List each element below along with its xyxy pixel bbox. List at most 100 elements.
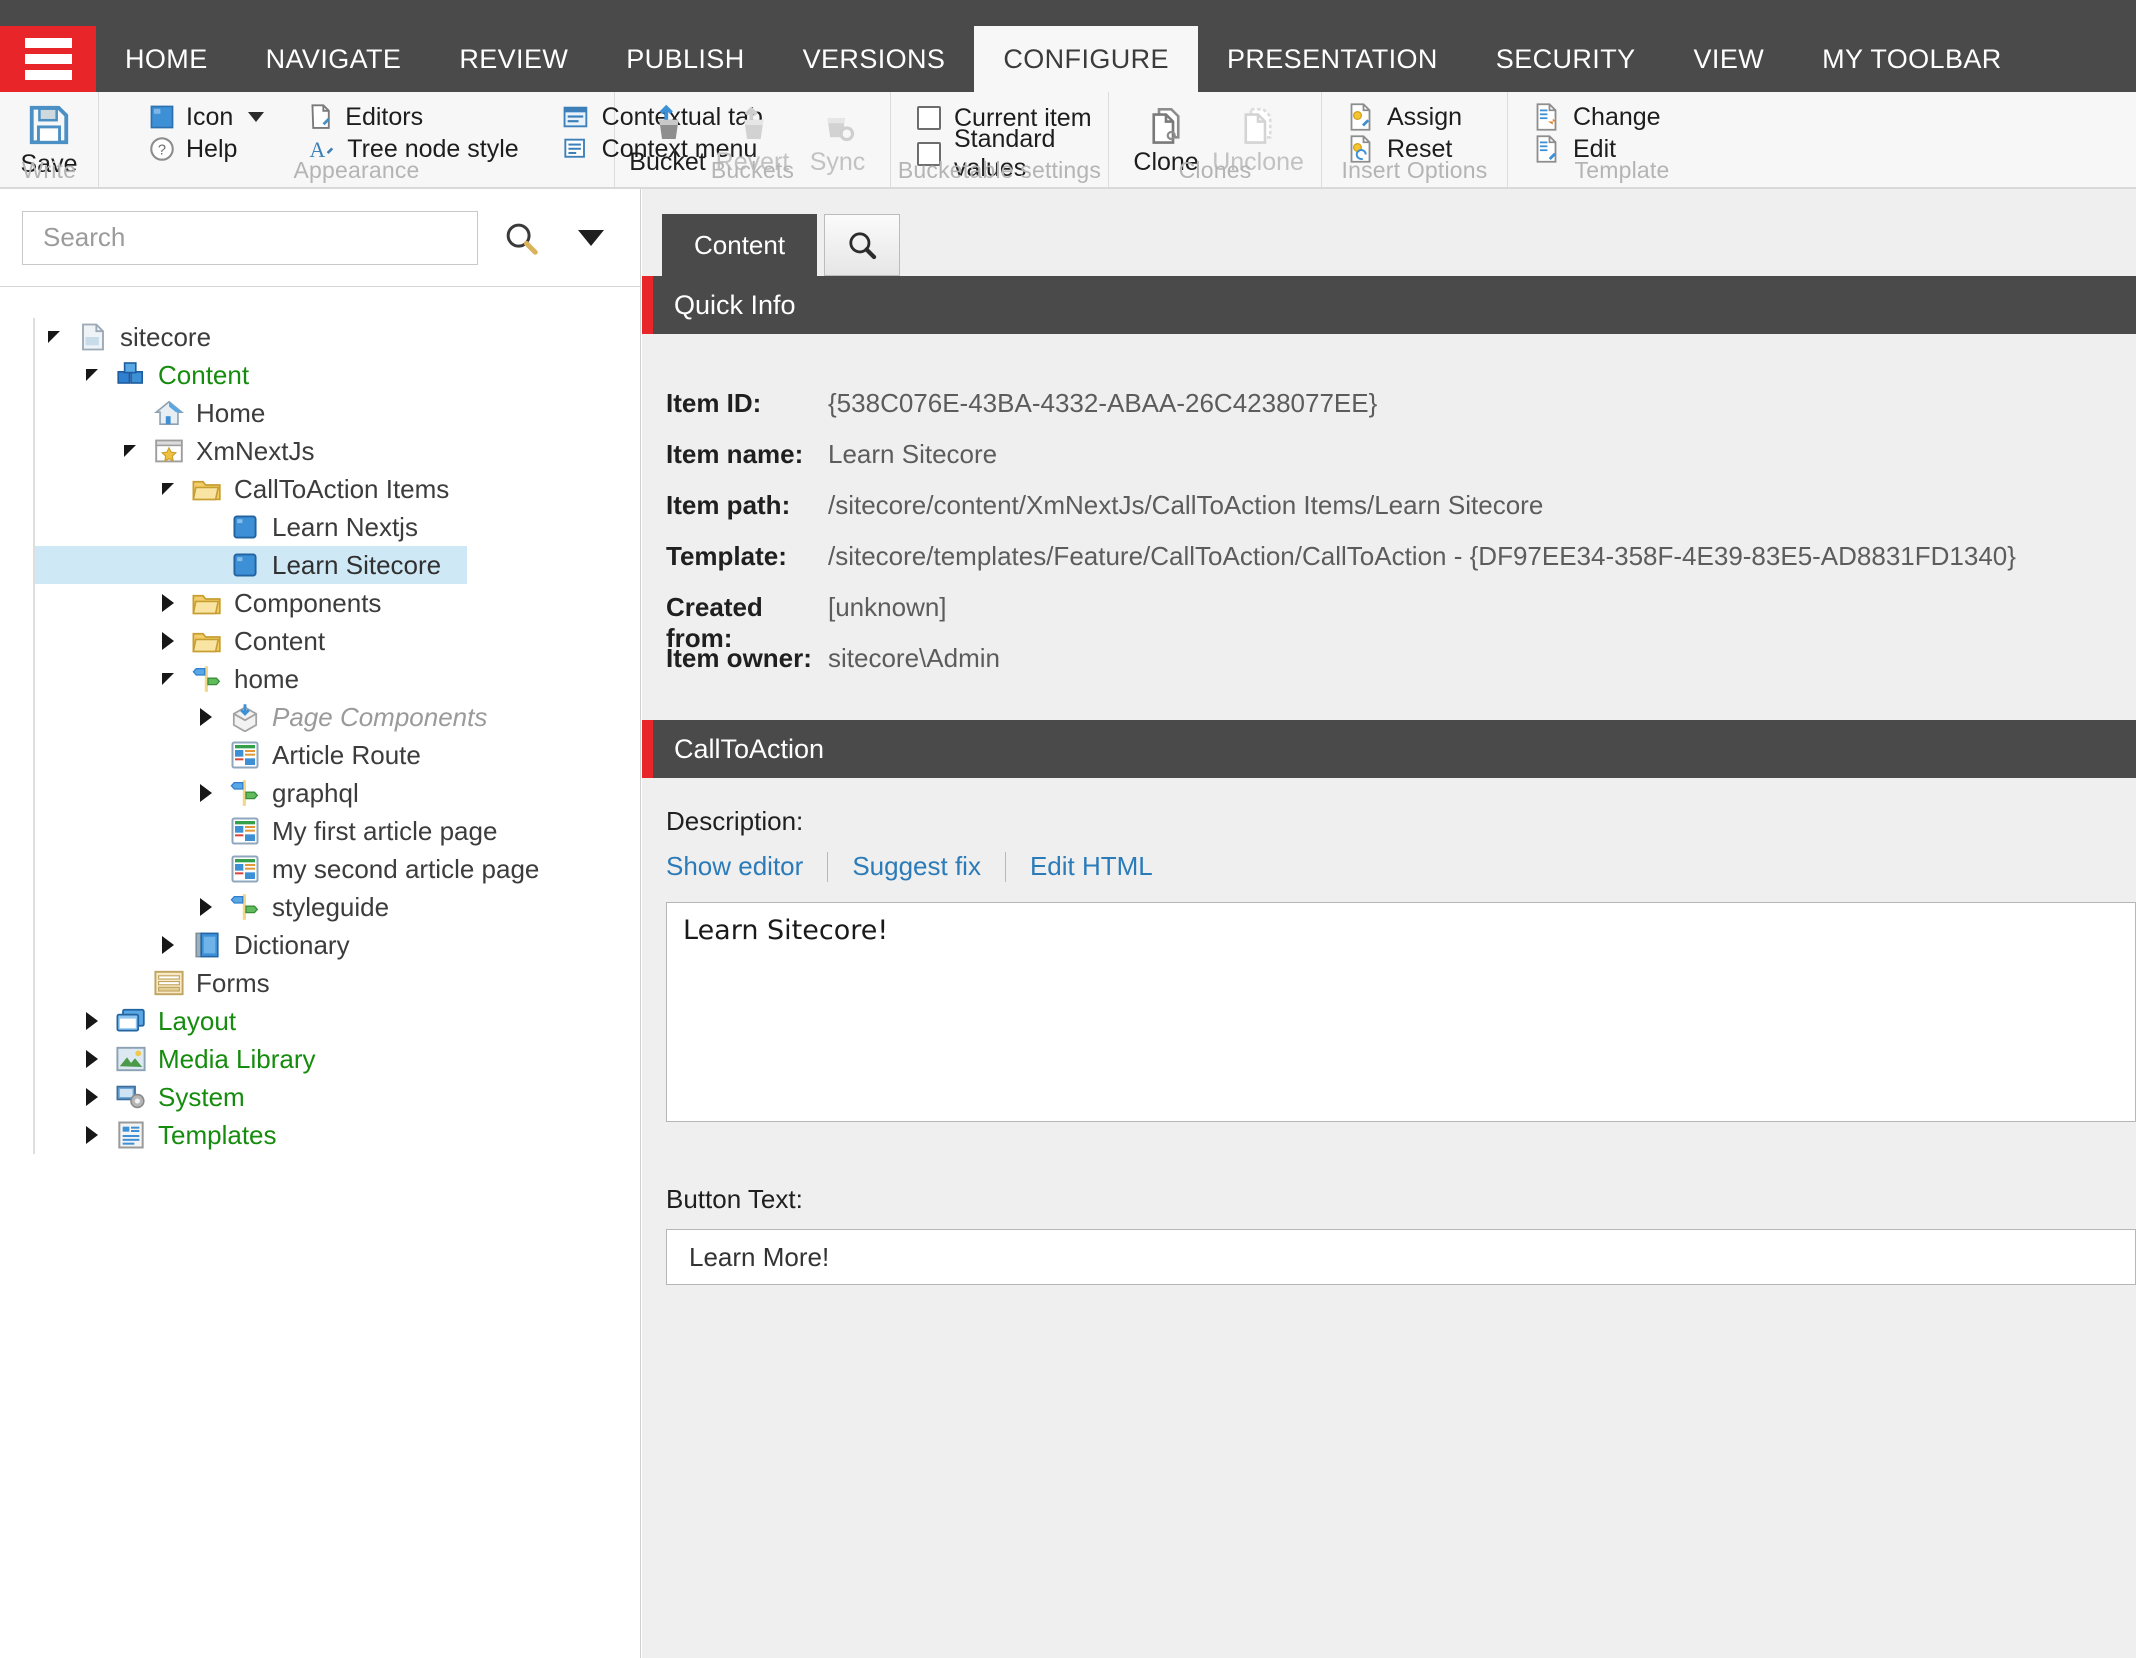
signpost-icon — [225, 778, 265, 808]
standard-values-checkbox[interactable] — [917, 142, 941, 166]
svg-text:?: ? — [158, 143, 166, 159]
description-rich-text-input[interactable]: Learn Sitecore! — [666, 902, 2136, 1122]
tree-expand-open-icon[interactable] — [149, 673, 187, 685]
tab-content[interactable]: Content — [662, 214, 818, 276]
tree-expand-closed-icon[interactable] — [149, 594, 187, 612]
tree-item[interactable]: Forms — [35, 964, 640, 1002]
tree-item[interactable]: Layout — [35, 1002, 640, 1040]
edit-template-button[interactable]: Edit — [1534, 135, 1661, 163]
tree-expand-open-icon[interactable] — [111, 445, 149, 457]
clone-button[interactable]: Clone — [1126, 102, 1206, 177]
tree-expand-open-icon[interactable] — [149, 483, 187, 495]
tree-expand-closed-icon[interactable] — [73, 1088, 111, 1106]
save-button[interactable]: Save — [0, 100, 109, 179]
tree-item[interactable]: CallToAction Items — [35, 470, 640, 508]
menu-tab-view[interactable]: VIEW — [1665, 26, 1794, 92]
site-star-icon — [149, 436, 189, 466]
tree-expand-closed-icon[interactable] — [73, 1012, 111, 1030]
tree-expand-closed-icon[interactable] — [187, 898, 225, 916]
change-template-button[interactable]: Change — [1534, 103, 1661, 131]
tree-expand-closed-icon[interactable] — [187, 784, 225, 802]
menu-tab-publish[interactable]: PUBLISH — [597, 26, 773, 92]
tree-item[interactable]: Content — [35, 622, 640, 660]
tree-expand-open-icon[interactable] — [73, 369, 111, 381]
reset-button[interactable]: Reset — [1348, 135, 1462, 163]
change-template-icon — [1534, 102, 1562, 132]
standard-values-checkbox-row[interactable]: Standard values — [917, 125, 1108, 182]
current-item-checkbox[interactable] — [917, 106, 941, 130]
blue-square-icon — [225, 514, 265, 540]
templates-icon — [111, 1120, 151, 1150]
search-options-chevron-down-icon[interactable] — [564, 211, 618, 265]
editors-button[interactable]: Editors — [308, 103, 518, 131]
assign-icon — [1348, 102, 1376, 132]
link-suggest-fix[interactable]: Suggest fix — [828, 851, 1005, 882]
tree-expand-closed-icon[interactable] — [187, 708, 225, 726]
tree-node-style-label: Tree node style — [347, 134, 519, 163]
sync-button[interactable]: Sync — [798, 102, 878, 177]
tree-search-bar — [0, 189, 640, 287]
tree-expand-closed-icon[interactable] — [73, 1126, 111, 1144]
menu-tab-home[interactable]: HOME — [96, 26, 237, 92]
tree-item-label: styleguide — [272, 891, 390, 922]
tree-item[interactable]: Dictionary — [35, 926, 640, 964]
tree-item[interactable]: Page Components — [35, 698, 640, 736]
tree-item[interactable]: System — [35, 1078, 640, 1116]
menu-tab-configure[interactable]: CONFIGURE — [974, 26, 1198, 92]
tree-item[interactable]: home — [35, 660, 640, 698]
editor-search-icon[interactable] — [824, 214, 901, 276]
tree-item[interactable]: Templates — [35, 1116, 640, 1154]
tree-item-label: Dictionary — [234, 929, 350, 960]
tree-item[interactable]: Components — [35, 584, 640, 622]
tree-node-style-button[interactable]: A Tree node style — [308, 134, 519, 163]
ribbon-group-clones: Clone Unclone Clones — [1109, 92, 1322, 187]
tree-item[interactable]: XmNextJs — [35, 432, 640, 470]
context-menu-icon — [563, 136, 591, 162]
description-editor-links: Show editor Suggest fix Edit HTML — [642, 851, 2136, 882]
menu-tab-my-toolbar[interactable]: MY TOOLBAR — [1793, 26, 2031, 92]
link-show-editor[interactable]: Show editor — [666, 851, 827, 882]
unclone-button[interactable]: Unclone — [1212, 102, 1304, 177]
tree-expand-closed-icon[interactable] — [149, 632, 187, 650]
clone-icon — [1145, 104, 1187, 146]
tree-item[interactable]: My first article page — [35, 812, 640, 850]
tree-expand-open-icon[interactable] — [35, 331, 73, 343]
reset-icon — [1348, 134, 1376, 164]
icon-button[interactable]: Icon — [149, 103, 265, 131]
search-input[interactable] — [41, 221, 459, 254]
menu-tab-security[interactable]: SECURITY — [1467, 26, 1665, 92]
tree-expand-closed-icon[interactable] — [149, 936, 187, 954]
hamburger-menu-icon[interactable] — [0, 26, 96, 92]
menu-tab-navigate[interactable]: NAVIGATE — [237, 26, 431, 92]
menu-tab-presentation[interactable]: PRESENTATION — [1198, 26, 1467, 92]
sync-icon — [816, 104, 860, 146]
package-icon — [225, 702, 265, 732]
link-edit-html[interactable]: Edit HTML — [1006, 851, 1177, 882]
search-icon[interactable] — [494, 211, 548, 265]
tree-item[interactable]: Media Library — [35, 1040, 640, 1078]
assign-button[interactable]: Assign — [1348, 103, 1462, 131]
tree-item[interactable]: Content — [35, 356, 640, 394]
unclone-label: Unclone — [1212, 148, 1304, 176]
bucket-button[interactable]: Bucket — [628, 102, 708, 177]
search-box[interactable] — [22, 210, 478, 265]
tree-item[interactable]: graphql — [35, 774, 640, 812]
tree-item[interactable]: Learn Nextjs — [35, 508, 640, 546]
menu-tab-versions[interactable]: VERSIONS — [774, 26, 975, 92]
chevron-down-icon[interactable] — [248, 112, 265, 122]
tree-expand-closed-icon[interactable] — [73, 1050, 111, 1068]
button-text-input[interactable]: Learn More! — [666, 1229, 2136, 1285]
tree-item[interactable]: Article Route — [35, 736, 640, 774]
tree-item-label: Templates — [158, 1119, 277, 1150]
tree-item[interactable]: sitecore — [35, 318, 640, 356]
font-style-icon: A — [308, 136, 336, 162]
revert-button[interactable]: Revert — [713, 102, 793, 177]
tree-item[interactable]: Home — [35, 394, 640, 432]
hamburger-bar — [24, 38, 72, 48]
menu-tab-review[interactable]: REVIEW — [430, 26, 597, 92]
ribbon-tab-strip: HOME NAVIGATE REVIEW PUBLISH VERSIONS CONFIGU… — [96, 26, 2031, 92]
tree-item[interactable]: styleguide — [35, 888, 640, 926]
help-button[interactable]: ? Help — [149, 135, 264, 163]
tree-item[interactable]: Learn Sitecore — [35, 546, 468, 584]
tree-item[interactable]: my second article page — [35, 850, 640, 888]
